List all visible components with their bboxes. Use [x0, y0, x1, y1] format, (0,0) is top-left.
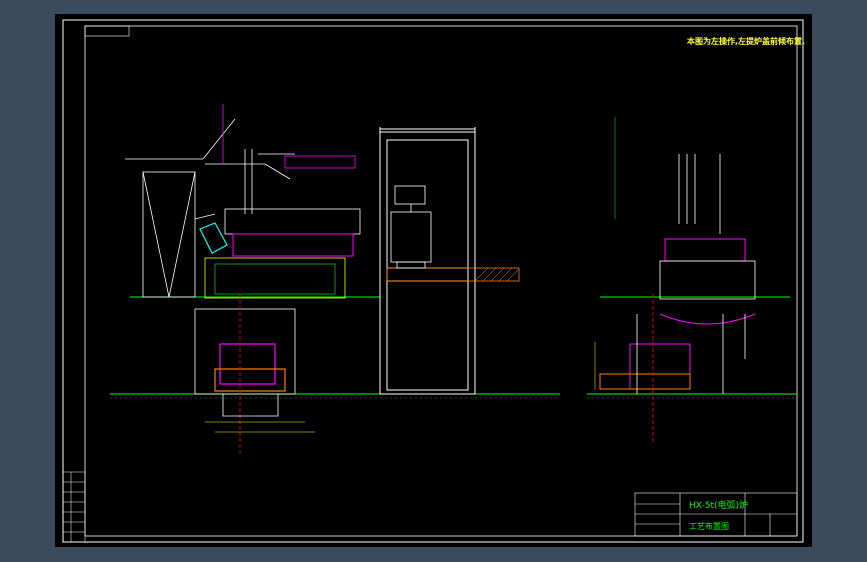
design-note: 本图为左操作,左提炉盖前倾布置.	[687, 37, 806, 46]
drawing-subtitle: 工艺布置图	[689, 522, 729, 531]
hatch-lines	[474, 267, 520, 282]
cad-drawing	[62, 19, 804, 543]
building-structure	[379, 127, 476, 395]
corner-box	[84, 25, 130, 37]
furnace-left	[199, 149, 361, 299]
drawing-sheet: 本图为左操作,左提炉盖前倾布置. HX-5t(电弧)炉 工艺布置图	[55, 14, 812, 547]
transformer	[390, 185, 432, 269]
pit-left	[194, 294, 296, 454]
charging-structure	[125, 118, 236, 298]
furnace-right	[599, 154, 756, 444]
ground-line-left	[110, 393, 560, 399]
drawing-title: HX-5t(电弧)炉	[689, 501, 749, 511]
ground-line-right	[587, 393, 797, 399]
hatched-floor	[386, 267, 520, 282]
revision-table	[62, 471, 86, 543]
